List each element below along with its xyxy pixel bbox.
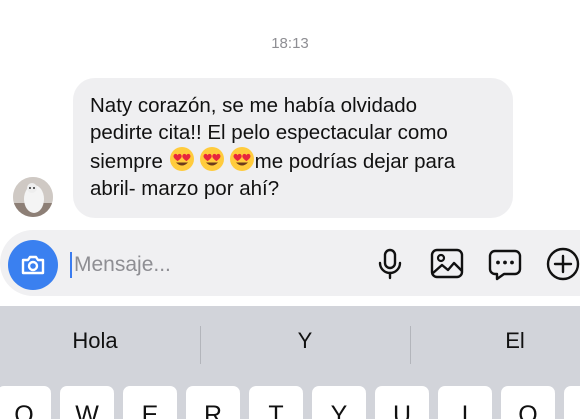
- heart-eyes-emoji: [229, 146, 255, 172]
- key-t[interactable]: T: [249, 386, 303, 419]
- key-w[interactable]: W: [60, 386, 114, 419]
- message-line-text: siempre: [90, 150, 163, 173]
- key-e[interactable]: E: [123, 386, 177, 419]
- chat-screen: 18:13 Naty corazón, se me había olvidado…: [0, 0, 580, 419]
- sticker-icon[interactable]: [487, 246, 523, 282]
- message-line-text: me podrías dejar para: [254, 150, 456, 173]
- message-bubble[interactable]: Naty corazón, se me había olvidado pedir…: [73, 78, 513, 218]
- message-line: abril- marzo por ahí?: [90, 177, 280, 200]
- key-i[interactable]: I: [438, 386, 492, 419]
- message-input[interactable]: [74, 248, 354, 282]
- avatar[interactable]: [13, 177, 53, 217]
- camera-icon: [21, 255, 45, 275]
- suggestion-el[interactable]: El: [420, 328, 580, 354]
- camera-button[interactable]: [8, 240, 58, 290]
- heart-eyes-emoji: [169, 146, 195, 172]
- key-q[interactable]: Q: [0, 386, 51, 419]
- suggestion-divider: [200, 326, 201, 364]
- key-u[interactable]: U: [375, 386, 429, 419]
- suggestion-divider: [410, 326, 411, 364]
- suggestion-y[interactable]: Y: [210, 328, 400, 354]
- plus-icon[interactable]: [545, 246, 580, 282]
- key-o[interactable]: O: [501, 386, 555, 419]
- message-timestamp: 18:13: [271, 35, 309, 52]
- heart-eyes-emoji: [199, 146, 225, 172]
- key-p[interactable]: P: [564, 386, 580, 419]
- message-line: Naty corazón, se me había olvidado: [90, 94, 418, 117]
- suggestion-hola[interactable]: Hola: [0, 328, 190, 354]
- gallery-icon[interactable]: [429, 246, 465, 282]
- key-r[interactable]: R: [186, 386, 240, 419]
- message-line: pedirte cita!! El pelo espectacular como: [90, 121, 448, 144]
- text-caret: [70, 252, 72, 278]
- key-y[interactable]: Y: [312, 386, 366, 419]
- microphone-icon[interactable]: [372, 246, 408, 282]
- message-line: siempre me podrías dejar para: [90, 146, 497, 175]
